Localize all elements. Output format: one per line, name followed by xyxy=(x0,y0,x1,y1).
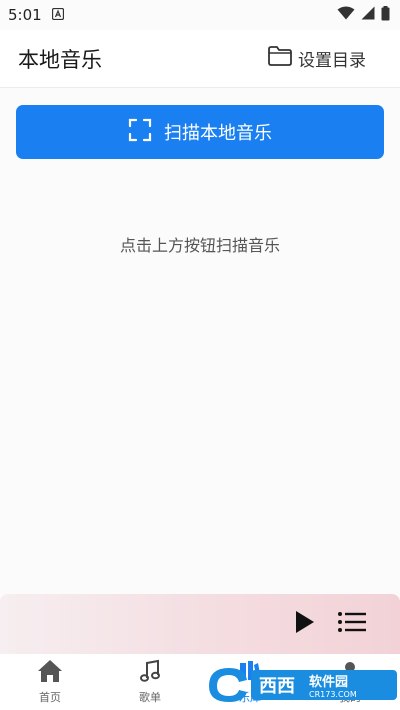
watermark-logo: 西西 软件园 CR173.COM xyxy=(205,664,397,704)
nav-label-playlists: 歌单 xyxy=(139,691,161,704)
status-bar: 5:01 xyxy=(0,0,400,30)
playlist-icon xyxy=(337,611,367,637)
play-button[interactable] xyxy=(290,609,320,639)
set-directory-button[interactable]: 设置目录 xyxy=(267,45,366,72)
nav-item-playlists[interactable]: 歌单 xyxy=(100,654,200,710)
scan-local-music-button[interactable]: 扫描本地音乐 xyxy=(16,105,384,159)
svg-text:西西: 西西 xyxy=(259,676,295,697)
status-right xyxy=(337,5,390,25)
nav-label-home: 首页 xyxy=(39,691,61,704)
mini-player xyxy=(0,594,400,654)
svg-text:软件园: 软件园 xyxy=(309,674,348,690)
nav-item-home[interactable]: 首页 xyxy=(0,654,100,710)
a-box-icon xyxy=(51,6,64,24)
home-icon xyxy=(37,659,63,686)
scan-frame-icon xyxy=(128,118,152,147)
wifi-icon xyxy=(337,6,355,24)
battery-icon xyxy=(381,5,390,25)
page-title: 本地音乐 xyxy=(18,47,102,72)
empty-hint: 点击上方按钮扫描音乐 xyxy=(119,236,280,255)
folder-icon xyxy=(267,45,293,72)
status-left: 5:01 xyxy=(8,6,64,24)
set-directory-label: 设置目录 xyxy=(298,51,366,71)
app-header: 本地音乐 设置目录 xyxy=(0,30,400,88)
svg-text:CR173.COM: CR173.COM xyxy=(309,690,357,699)
play-icon xyxy=(293,609,317,639)
signal-icon xyxy=(361,6,375,24)
music-note-icon xyxy=(138,659,162,686)
scan-button-label: 扫描本地音乐 xyxy=(164,123,272,144)
status-time: 5:01 xyxy=(8,6,42,24)
playlist-button[interactable] xyxy=(336,609,368,639)
